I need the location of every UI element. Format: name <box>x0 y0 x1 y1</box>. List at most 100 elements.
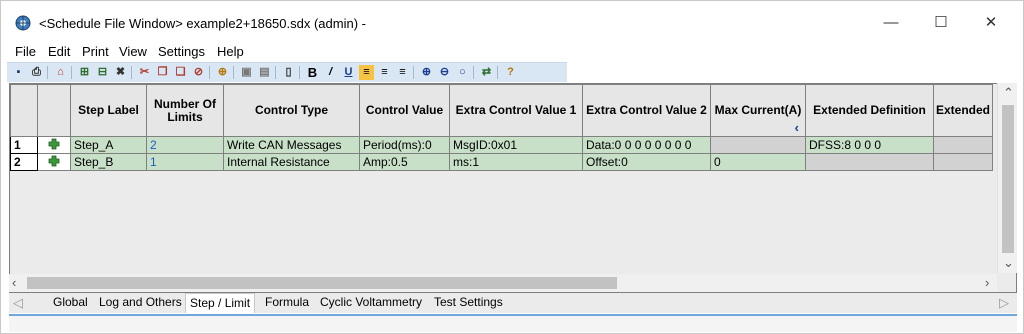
cell-max-current[interactable]: 0 <box>710 153 806 171</box>
cell-extended-definition[interactable]: DFSS:8 0 0 0 <box>805 136 934 154</box>
vertical-scroll-thumb[interactable] <box>1002 105 1014 253</box>
row-number[interactable]: 2 <box>10 153 38 171</box>
menu-help[interactable]: Help <box>217 44 244 59</box>
toolbar-separator <box>131 66 132 79</box>
cut-icon[interactable]: ✂ <box>137 65 152 80</box>
import-icon[interactable]: ⊕ <box>215 65 230 80</box>
tab-scroll-right-icon[interactable]: ▷ <box>999 295 1009 311</box>
scroll-right-icon[interactable]: › <box>985 275 989 290</box>
step-grid: Step Label Number Of Limits Control Type… <box>9 83 1017 293</box>
tab-formula[interactable]: Formula <box>265 295 309 309</box>
header-icon <box>37 84 71 137</box>
delete-step-icon[interactable]: ✖ <box>113 65 128 80</box>
append-step-icon[interactable]: ⊟ <box>95 65 110 80</box>
toolbar-separator <box>275 66 276 79</box>
header-control-value[interactable]: Control Value <box>359 84 450 137</box>
cell-max-current[interactable] <box>710 136 806 154</box>
header-extra-control-value-2[interactable]: Extra Control Value 2 <box>582 84 711 137</box>
cell-number-of-limits[interactable]: 2 <box>146 136 224 154</box>
app-icon <box>15 15 31 31</box>
copy-cells-icon[interactable]: ▣ <box>239 65 254 80</box>
save-icon[interactable]: ▪ <box>11 65 26 80</box>
tab-scroll-left-icon[interactable]: ◁ <box>13 295 23 311</box>
close-button[interactable]: ✕ <box>969 9 1013 37</box>
italic-icon[interactable]: / <box>323 65 338 80</box>
green-plus-icon <box>48 155 60 166</box>
header-row: Step Label Number Of Limits Control Type… <box>10 84 994 137</box>
row-number[interactable]: 1 <box>10 136 38 154</box>
cell-control-value[interactable]: Period(ms):0 <box>359 136 450 154</box>
header-control-type[interactable]: Control Type <box>223 84 360 137</box>
green-plus-icon <box>48 138 60 149</box>
help-icon[interactable]: ? <box>503 65 518 80</box>
print-icon[interactable]: ⎙ <box>29 65 44 80</box>
header-max-current[interactable]: Max Current(A) ‹ <box>710 84 806 137</box>
window-title: <Schedule File Window> example2+18650.sd… <box>39 16 366 31</box>
table-row[interactable]: 1 Step_A 2 Write CAN Messages Period(ms)… <box>10 136 994 154</box>
menu-settings[interactable]: Settings <box>158 44 205 59</box>
toolbar-separator <box>497 66 498 79</box>
cell-extra-control-value-2[interactable]: Data:0 0 0 0 0 0 0 0 <box>582 136 711 154</box>
zoom-search-icon[interactable]: ○ <box>455 65 470 80</box>
toolbar-separator <box>473 66 474 79</box>
align-left-icon[interactable]: ≡ <box>359 65 374 80</box>
tab-log-and-others[interactable]: Log and Others <box>99 295 182 309</box>
align-right-icon[interactable]: ≡ <box>395 65 410 80</box>
copy-icon[interactable]: ❐ <box>155 65 170 80</box>
clipboard-icon[interactable]: ▯ <box>281 65 296 80</box>
tab-test-settings[interactable]: Test Settings <box>434 295 503 309</box>
minimize-button[interactable]: — <box>869 9 913 37</box>
tab-cyclic-voltammetry[interactable]: Cyclic Voltammetry <box>320 295 422 309</box>
insert-step-icon[interactable]: ⊞ <box>77 65 92 80</box>
horizontal-scroll-thumb[interactable] <box>27 277 617 289</box>
header-max-current-label: Max Current(A) <box>714 103 802 117</box>
cell-extra-control-value-2[interactable]: Offset:0 <box>582 153 711 171</box>
cell-extended[interactable] <box>932 136 994 154</box>
scroll-left-icon[interactable]: ‹ <box>12 275 16 290</box>
toolbar-separator <box>233 66 234 79</box>
header-number-of-limits[interactable]: Number Of Limits <box>146 84 224 137</box>
paste-cells-icon[interactable]: ▤ <box>257 65 272 80</box>
menu-print[interactable]: Print <box>82 44 109 59</box>
sort-indicator-icon[interactable]: ‹ <box>795 121 799 134</box>
menu-edit[interactable]: Edit <box>48 44 70 59</box>
home-icon[interactable]: ⌂ <box>53 65 68 80</box>
scroll-up-icon[interactable]: ⌃ <box>1003 85 1014 101</box>
bold-icon[interactable]: B <box>305 65 320 80</box>
cell-step-label[interactable]: Step_B <box>70 153 147 171</box>
cell-extended[interactable] <box>932 153 994 171</box>
header-step-label[interactable]: Step Label <box>70 84 147 137</box>
header-extra-control-value-1[interactable]: Extra Control Value 1 <box>449 84 583 137</box>
underline-icon[interactable]: U <box>341 65 356 80</box>
header-extended-definition[interactable]: Extended Definition <box>805 84 934 137</box>
horizontal-scrollbar[interactable]: ‹ › <box>9 274 997 292</box>
zoom-out-icon[interactable]: ⊖ <box>437 65 452 80</box>
cell-extra-control-value-1[interactable]: MsgID:0x01 <box>449 136 583 154</box>
menu-file[interactable]: File <box>15 44 36 59</box>
cell-extra-control-value-1[interactable]: ms:1 <box>449 153 583 171</box>
header-rownum <box>10 84 38 137</box>
toolbar-separator <box>413 66 414 79</box>
toolbar-separator <box>47 66 48 79</box>
cell-control-type[interactable]: Write CAN Messages <box>223 136 360 154</box>
vertical-scrollbar[interactable]: ⌃ ⌄ <box>997 83 1017 273</box>
clear-icon[interactable]: ⊘ <box>191 65 206 80</box>
menu-view[interactable]: View <box>119 44 147 59</box>
scroll-down-icon[interactable]: ⌄ <box>1003 255 1014 271</box>
cell-step-label[interactable]: Step_A <box>70 136 147 154</box>
cell-number-of-limits[interactable]: 1 <box>146 153 224 171</box>
zoom-in-icon[interactable]: ⊕ <box>419 65 434 80</box>
swap-icon[interactable]: ⇄ <box>479 65 494 80</box>
paste-icon[interactable]: ❏ <box>173 65 188 80</box>
tab-global[interactable]: Global <box>53 295 88 309</box>
cell-control-value[interactable]: Amp:0.5 <box>359 153 450 171</box>
header-extended[interactable]: Extended <box>932 84 994 137</box>
maximize-button[interactable]: ☐ <box>919 9 963 37</box>
toolbar-separator <box>299 66 300 79</box>
align-center-icon[interactable]: ≡ <box>377 65 392 80</box>
step-table: Step Label Number Of Limits Control Type… <box>10 84 994 171</box>
cell-extended-definition[interactable] <box>805 153 934 171</box>
cell-control-type[interactable]: Internal Resistance <box>223 153 360 171</box>
tab-step-limit[interactable]: Step / Limit <box>185 293 256 313</box>
table-row[interactable]: 2 Step_B 1 Internal Resistance Amp:0.5 m… <box>10 153 994 171</box>
